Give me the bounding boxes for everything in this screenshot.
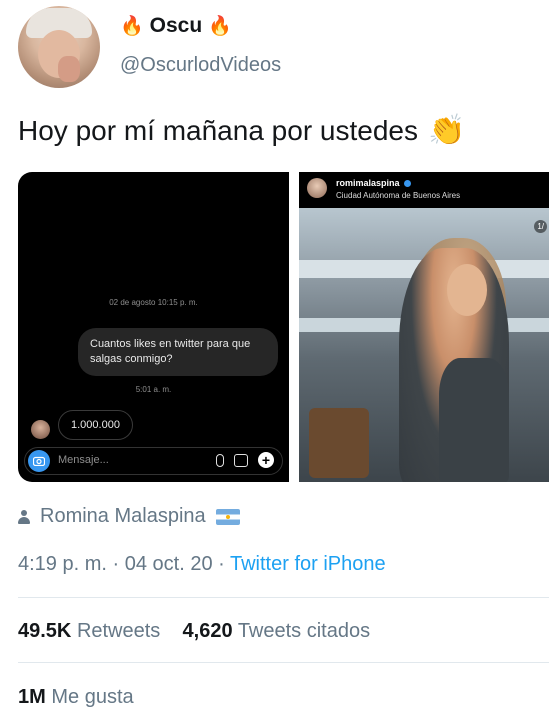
person-icon xyxy=(18,509,30,524)
retweets-label: Retweets xyxy=(76,620,161,642)
argentina-flag-icon xyxy=(215,508,240,525)
ig-photo xyxy=(299,208,549,482)
divider xyxy=(18,597,549,598)
author-name[interactable]: Oscu xyxy=(150,14,203,38)
dm-question-bubble: Cuantos likes en twitter para que salgas… xyxy=(78,328,278,376)
instagram-post-image[interactable]: romimalaspina Ciudad Autónoma de Buenos … xyxy=(299,172,549,482)
ig-avatar xyxy=(307,178,327,198)
likes-stat[interactable]: 1M Me gusta xyxy=(18,686,134,709)
divider xyxy=(18,662,549,663)
dm-input-placeholder: Mensaje... xyxy=(58,454,109,466)
ig-post-header: romimalaspina Ciudad Autónoma de Buenos … xyxy=(299,172,549,208)
retweets-count: 49.5K xyxy=(18,620,72,642)
dm-time: 5:01 a. m. xyxy=(135,385,172,394)
clapping-hands-emoji: 👏 xyxy=(427,114,466,147)
camera-icon xyxy=(28,450,50,472)
likes-label: Me gusta xyxy=(51,686,134,708)
tagged-user[interactable]: Romina Malaspina xyxy=(18,505,240,528)
tweet-text: Hoy por mí mañana por ustedes 👏 xyxy=(18,113,465,148)
author-name-row[interactable]: 🔥 Oscu 🔥 xyxy=(120,14,232,38)
tweet-stats: 49.5K Retweets 4,620 Tweets citados xyxy=(18,620,370,643)
author-avatar[interactable] xyxy=(18,6,100,88)
tweet-body: Hoy por mí mañana por ustedes xyxy=(18,114,418,146)
dm-message-input: Mensaje... + xyxy=(24,447,283,475)
ig-location: Ciudad Autónoma de Buenos Aires xyxy=(336,191,461,200)
quotes-count: 4,620 xyxy=(182,620,233,642)
tweet-media[interactable]: 02 de agosto 10:15 p. m. Cuantos likes e… xyxy=(18,172,549,482)
dm-screenshot-image[interactable]: 02 de agosto 10:15 p. m. Cuantos likes e… xyxy=(18,172,289,482)
fire-emoji-left: 🔥 xyxy=(120,15,144,37)
gallery-icon xyxy=(234,453,248,467)
tweet-source-link[interactable]: Twitter for iPhone xyxy=(230,553,386,575)
retweets-stat[interactable]: 49.5K Retweets xyxy=(18,620,160,642)
tweet-date[interactable]: 04 oct. 20 xyxy=(125,553,213,575)
add-icon: + xyxy=(258,452,274,468)
fire-emoji-right: 🔥 xyxy=(208,15,232,37)
microphone-icon xyxy=(216,453,224,467)
tweet-time: 4:19 p. m. xyxy=(18,553,107,575)
tagged-user-name[interactable]: Romina Malaspina xyxy=(40,505,206,528)
verified-badge-icon xyxy=(403,179,411,187)
ig-page-indicator: 1/ xyxy=(534,220,547,233)
dm-avatar xyxy=(31,420,50,439)
quotes-stat[interactable]: 4,620 Tweets citados xyxy=(183,620,371,642)
author-handle[interactable]: @OscurlodVideos xyxy=(120,54,281,77)
dm-date: 02 de agosto 10:15 p. m. xyxy=(109,298,198,307)
ig-username: romimalaspina xyxy=(336,178,400,188)
tweet-meta: 4:19 p. m. · 04 oct. 20 · Twitter for iP… xyxy=(18,553,386,575)
likes-count: 1M xyxy=(18,686,46,708)
dm-answer-bubble: 1.000.000 xyxy=(58,410,133,440)
quotes-label: Tweets citados xyxy=(237,620,371,642)
